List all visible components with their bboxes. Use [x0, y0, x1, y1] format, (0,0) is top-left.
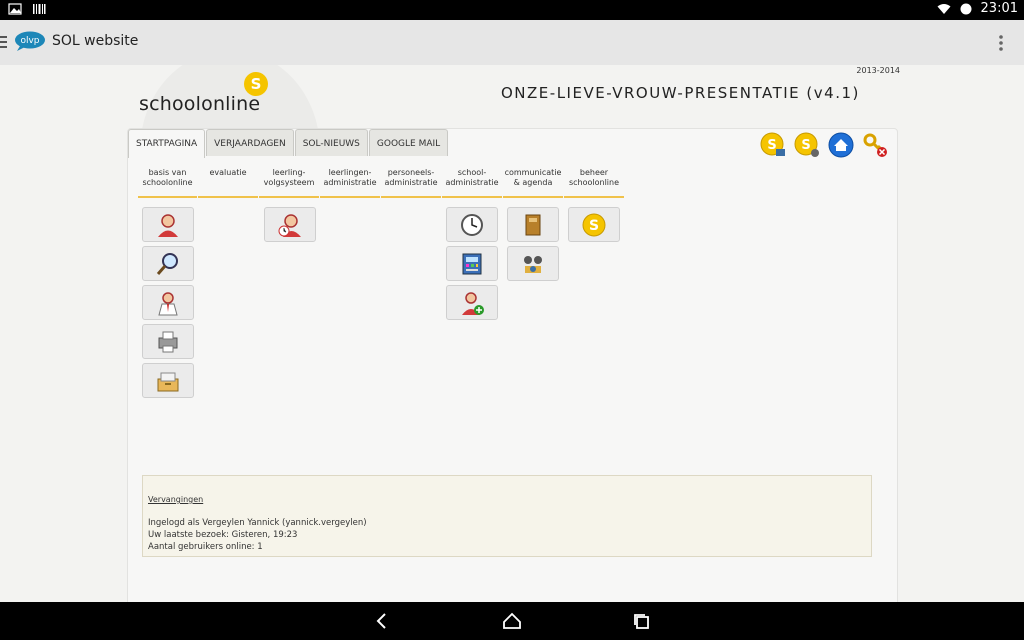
student-tracking-button[interactable] — [264, 207, 316, 242]
printer-button[interactable] — [142, 324, 194, 359]
app-bar: olvp SOL website — [0, 20, 1024, 66]
column-communicatie[interactable]: communicatie & agenda — [503, 168, 563, 198]
tab-sol-nieuws[interactable]: SOL-NIEUWS — [294, 129, 368, 156]
status-bar: 23:01 — [0, 0, 1024, 20]
vervangingen-link[interactable]: Vervangingen — [148, 495, 203, 504]
web-content: 2013-2014 S schoolonline ONZE-LIEVE-VROU… — [0, 65, 1024, 602]
sol-settings-icon[interactable]: S — [793, 131, 821, 159]
app-title: SOL website — [52, 33, 139, 49]
tab-google-mail[interactable]: GOOGLE MAIL — [368, 129, 449, 156]
clock-icon — [461, 213, 483, 236]
drawer-menu-icon[interactable] — [0, 32, 10, 52]
tab-startpagina[interactable]: STARTPAGINA — [128, 129, 206, 158]
brand-name: schoolonline — [139, 93, 261, 115]
app-logo-text: olvp — [20, 36, 39, 46]
back-icon[interactable] — [372, 611, 392, 631]
tab-bar: STARTPAGINA VERJAARDAGEN SOL-NIEUWS GOOG… — [128, 129, 449, 159]
school-name: ONZE-LIEVE-VROUW-PRESENTATIE (v4.1) — [501, 84, 860, 102]
navigation-bar — [0, 602, 1024, 640]
column-label: administratie — [323, 178, 377, 187]
column-label: school- — [457, 168, 487, 177]
add-staff-button[interactable] — [446, 285, 498, 320]
column-beheer[interactable]: beheer schoolonline — [564, 168, 624, 198]
overflow-menu-icon[interactable] — [998, 33, 1004, 53]
recents-icon[interactable] — [632, 611, 652, 631]
column-label: schoolonline — [142, 178, 193, 187]
home-nav-icon[interactable] — [502, 611, 522, 631]
column-evaluatie[interactable]: evaluatie — [198, 168, 258, 198]
printer-icon — [158, 331, 178, 352]
online-users-text: Aantal gebruikers online: 1 — [148, 542, 263, 552]
column-label: administratie — [445, 178, 499, 187]
person-add-icon — [462, 291, 484, 315]
column-label: administratie — [384, 178, 438, 187]
column-label: personeels- — [387, 168, 435, 177]
app-logo[interactable]: olvp — [14, 31, 46, 55]
column-leerlingenadministratie[interactable]: leerlingen-administratie — [320, 168, 380, 198]
schoolonline-s-icon: S — [582, 213, 606, 236]
user-profile-button[interactable] — [142, 207, 194, 242]
column-label: evaluatie — [209, 168, 247, 177]
column-personeelsadministratie[interactable]: personeels-administratie — [381, 168, 441, 198]
student-clock-icon — [278, 213, 301, 237]
search-button[interactable] — [142, 246, 194, 281]
agenda-button[interactable] — [507, 207, 559, 242]
magnifier-icon — [156, 252, 178, 275]
communication-button[interactable] — [507, 246, 559, 281]
clock: 23:01 — [980, 1, 1018, 16]
column-label: volgsysteem — [263, 178, 315, 187]
last-visit-text: Uw laatste bezoek: Gisteren, 19:23 — [148, 530, 298, 540]
schoolonline-admin-button[interactable]: S — [568, 207, 620, 242]
toolbar-icons: S S — [759, 131, 889, 159]
module-columns: basis van schoolonline evaluatie leerling… — [138, 168, 625, 198]
column-leerlingvolgsysteem[interactable]: leerling-volgsysteem — [259, 168, 319, 198]
barcode-icon — [33, 4, 46, 14]
sol-user-icon[interactable]: S — [759, 131, 787, 159]
info-box: Vervangingen Ingelogd als Vergeylen Yann… — [142, 475, 872, 557]
calculator-button[interactable] — [446, 246, 498, 281]
column-label: & agenda — [513, 178, 553, 187]
wifi-icon — [937, 3, 951, 14]
tab-verjaardagen[interactable]: VERJAARDAGEN — [206, 129, 294, 156]
home-icon[interactable] — [827, 131, 855, 159]
users-network-icon — [524, 255, 542, 273]
column-label: beheer — [579, 168, 609, 177]
svg-text:S: S — [251, 75, 262, 93]
book-icon — [525, 214, 541, 235]
staff-button[interactable] — [142, 285, 194, 320]
main-panel: STARTPAGINA VERJAARDAGEN SOL-NIEUWS GOOG… — [127, 128, 898, 602]
person-icon — [158, 213, 178, 237]
column-label: leerling- — [272, 168, 306, 177]
battery-icon — [960, 3, 972, 14]
archive-button[interactable] — [142, 363, 194, 398]
clock-button[interactable] — [446, 207, 498, 242]
teacher-icon — [158, 291, 178, 315]
column-label: schoolonline — [568, 178, 620, 187]
svg-text:S: S — [767, 138, 776, 153]
column-schooladministratie[interactable]: school-administratie — [442, 168, 502, 198]
calculator-icon — [462, 253, 482, 274]
svg-text:S: S — [801, 138, 810, 153]
school-year: 2013-2014 — [856, 66, 900, 75]
column-label: leerlingen- — [328, 168, 372, 177]
logged-in-text: Ingelogd als Vergeylen Yannick (yannick.… — [148, 518, 367, 528]
gallery-icon — [8, 3, 22, 15]
column-label: basis van — [148, 168, 187, 177]
column-label: communicatie — [504, 168, 562, 177]
svg-text:S: S — [589, 218, 599, 234]
file-cabinet-icon — [157, 372, 179, 391]
column-basis[interactable]: basis van schoolonline — [138, 168, 197, 198]
logout-key-icon[interactable] — [861, 131, 889, 159]
